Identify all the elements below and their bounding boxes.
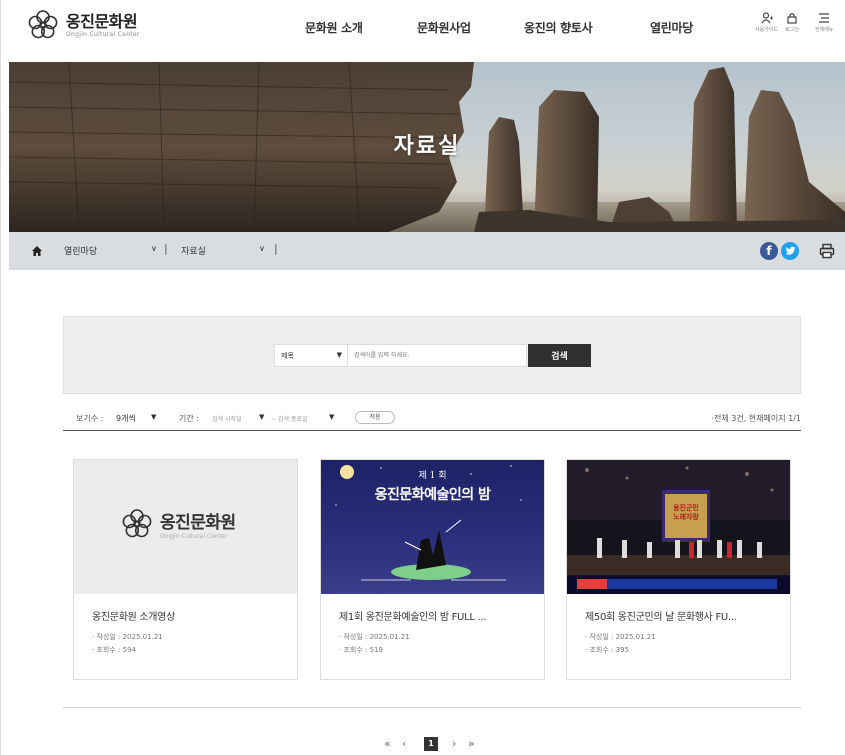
- view-count-label: 보기수 :: [76, 414, 104, 423]
- twitter-icon[interactable]: [781, 242, 799, 260]
- start-date-arrow-icon[interactable]: ▼: [259, 413, 264, 421]
- thumbnail-poster-subtitle: 제 1 회: [418, 471, 447, 481]
- thumbnail-stage-line2: 노래자랑: [673, 513, 699, 521]
- util-menu-button[interactable]: 전체메뉴: [815, 12, 833, 33]
- site-logo[interactable]: 옹진문화원 Ongjin Cultural Center: [27, 9, 140, 41]
- list-filter-bar: 보기수 : 9개씩 ▼ 기간 : 검색 시작일 ▼ ~ 검색 종료일 ▼ 적용 …: [63, 409, 801, 431]
- page-number-current[interactable]: 1: [424, 737, 438, 751]
- thumbnail-stage-text: 옹진군민 노래자랑: [665, 504, 707, 522]
- search-button[interactable]: 검색: [528, 344, 591, 367]
- util-login-button[interactable]: 로그인: [785, 12, 799, 33]
- search-field-select[interactable]: 제목 ▼: [274, 344, 350, 367]
- last-page-button[interactable]: »: [468, 737, 475, 750]
- page-left-border: [0, 0, 1, 755]
- view-count-arrow-icon[interactable]: ▼: [151, 413, 156, 421]
- breadcrumb: 열린마당 ∨ | 자료실 ∨ | f: [9, 232, 845, 270]
- nav-about[interactable]: 문화원 소개: [305, 19, 363, 36]
- card-date: · 작성일 : 2025.01.21: [585, 633, 656, 641]
- card-thumbnail: 옹진군민 노래자랑: [567, 460, 790, 594]
- menu-icon: [819, 13, 830, 23]
- thumbnail-logo: 옹진문화원 Ongjin Cultural Center: [121, 508, 236, 540]
- nav-open-forum[interactable]: 열린마당: [650, 19, 693, 36]
- facebook-icon[interactable]: f: [760, 242, 778, 260]
- card-views: · 조회수 : 519: [339, 646, 383, 654]
- util-login-label: 로그인: [785, 27, 799, 33]
- breadcrumb-divider: |: [274, 242, 278, 255]
- period-label: 기간 :: [179, 414, 199, 423]
- card-title[interactable]: 제1회 옹진문화예술인의 밤 FULL ...: [339, 608, 486, 623]
- start-date-field[interactable]: 검색 시작일: [212, 414, 242, 423]
- thumbnail-stage-image: [567, 460, 790, 594]
- end-date-field[interactable]: ~ 검색 종료일: [271, 414, 307, 423]
- thumbnail-logo-name: 옹진문화원: [160, 513, 236, 533]
- card-thumbnail: 옹진문화원 Ongjin Cultural Center: [74, 460, 297, 594]
- gallery-card[interactable]: 옹진군민 노래자랑 제50회 옹진군민의 날 문화행사 FU... · 작성일 :…: [566, 459, 791, 680]
- search-field-select-value: 제목: [281, 352, 294, 360]
- apply-filter-button[interactable]: 적용: [355, 411, 395, 424]
- card-views: · 조회수 : 594: [92, 646, 136, 654]
- util-guide-label: 사용가이드: [755, 27, 779, 33]
- chevron-down-icon[interactable]: ∨: [259, 244, 265, 253]
- user-icon: [761, 12, 773, 24]
- end-date-arrow-icon[interactable]: ▼: [329, 413, 334, 421]
- thumbnail-logo-subtitle: Ongjin Cultural Center: [160, 533, 228, 540]
- card-title[interactable]: 옹진문화원 소개영상: [92, 608, 175, 623]
- view-count-select[interactable]: 9개씩: [116, 413, 136, 424]
- print-icon[interactable]: [819, 243, 835, 259]
- login-icon: [787, 12, 797, 24]
- home-icon[interactable]: [31, 245, 43, 257]
- util-menu-label: 전체메뉴: [815, 27, 834, 33]
- breadcrumb-level2[interactable]: 자료실: [181, 244, 206, 257]
- gallery-card[interactable]: 제 1 회 옹진문화예술인의 밤 제1회 옹진문화예술인의 밤 FULL ...…: [320, 459, 545, 680]
- search-input[interactable]: [347, 344, 527, 367]
- page-title: 자료실: [393, 134, 461, 159]
- card-date: · 작성일 : 2025.01.21: [92, 633, 163, 641]
- logo-emblem-icon: [28, 10, 58, 39]
- prev-page-button[interactable]: ‹: [402, 737, 406, 750]
- nav-projects[interactable]: 문화원사업: [417, 19, 471, 36]
- twitter-bird-glyph: [784, 246, 795, 255]
- first-page-button[interactable]: «: [384, 737, 391, 750]
- dropdown-arrow-icon: ▼: [336, 351, 342, 359]
- chevron-down-icon[interactable]: ∨: [151, 244, 157, 253]
- thumbnail-stage-line1: 옹진군민: [673, 504, 699, 512]
- breadcrumb-level1[interactable]: 열린마당: [64, 244, 97, 257]
- logo-name: 옹진문화원: [66, 11, 138, 31]
- card-thumbnail: 제 1 회 옹진문화예술인의 밤: [321, 460, 544, 594]
- search-panel: 제목 ▼ 검색: [63, 316, 801, 394]
- result-count: ·전체 3건, 현재페이지 1/1: [711, 414, 801, 423]
- card-date: · 작성일 : 2025.01.21: [339, 633, 410, 641]
- logo-subtitle: Ongjin Cultural Center: [66, 30, 140, 38]
- logo-emblem-icon: [122, 509, 152, 538]
- thumbnail-poster-title: 옹진문화예술인의 밤: [374, 487, 491, 503]
- hero-banner: 자료실: [9, 62, 845, 232]
- next-page-button[interactable]: ›: [452, 737, 456, 750]
- nav-local-history[interactable]: 옹진의 향토사: [524, 19, 593, 36]
- site-header: 옹진문화원 Ongjin Cultural Center 문화원 소개 문화원사…: [9, 0, 845, 60]
- card-views: · 조회수 : 395: [585, 646, 629, 654]
- list-divider: [63, 707, 801, 708]
- card-title[interactable]: 제50회 옹진군민의 날 문화행사 FU...: [585, 608, 737, 623]
- breadcrumb-divider: |: [164, 242, 168, 255]
- util-guide-button[interactable]: 사용가이드: [755, 12, 778, 33]
- gallery-card[interactable]: 옹진문화원 Ongjin Cultural Center 옹진문화원 소개영상 …: [73, 459, 298, 680]
- facebook-glyph: f: [766, 244, 772, 258]
